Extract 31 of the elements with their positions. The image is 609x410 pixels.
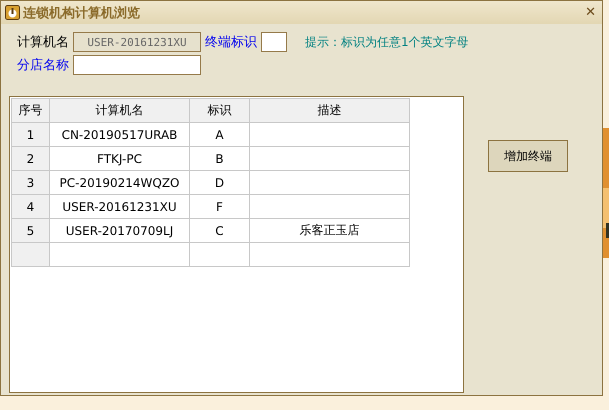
terminal-id-field[interactable] bbox=[261, 32, 287, 52]
terminal-id-label: 终端标识 bbox=[205, 34, 257, 51]
table-cell: A bbox=[190, 122, 250, 146]
column-header: 计算机名 bbox=[50, 98, 190, 122]
table-cell: D bbox=[190, 170, 250, 194]
branch-name-field[interactable] bbox=[73, 55, 201, 75]
table-cell: USER-20161231XU bbox=[50, 194, 190, 218]
computer-name-label: 计算机名 bbox=[17, 34, 69, 51]
row-number: 4 bbox=[12, 194, 50, 218]
column-header: 描述 bbox=[250, 98, 410, 122]
table-cell: 乐客正玉店 bbox=[250, 218, 410, 242]
table-cell: C bbox=[190, 218, 250, 242]
close-button[interactable]: ✕ bbox=[585, 5, 596, 20]
table-cell: F bbox=[190, 194, 250, 218]
table-cell: USER-20170709LJ bbox=[50, 218, 190, 242]
computer-name-field[interactable]: USER-20161231XU bbox=[73, 32, 201, 52]
app-icon bbox=[5, 5, 20, 20]
column-header: 序号 bbox=[12, 98, 50, 122]
row-number: 1 bbox=[12, 122, 50, 146]
row-number: 3 bbox=[12, 170, 50, 194]
hint-text: 提示：标识为任意1个英文字母 bbox=[305, 34, 469, 50]
table-cell: PC-20190214WQZO bbox=[50, 170, 190, 194]
table-cell: B bbox=[190, 146, 250, 170]
column-header: 标识 bbox=[190, 98, 250, 122]
table-cell: FTKJ-PC bbox=[50, 146, 190, 170]
add-terminal-button[interactable]: 增加终端 bbox=[488, 140, 568, 172]
row-number: 2 bbox=[12, 146, 50, 170]
table-cell: CN-20190517URAB bbox=[50, 122, 190, 146]
branch-name-label: 分店名称 bbox=[17, 57, 69, 74]
row-number: 5 bbox=[12, 218, 50, 242]
window-title: 连锁机构计算机浏览 bbox=[23, 4, 141, 22]
